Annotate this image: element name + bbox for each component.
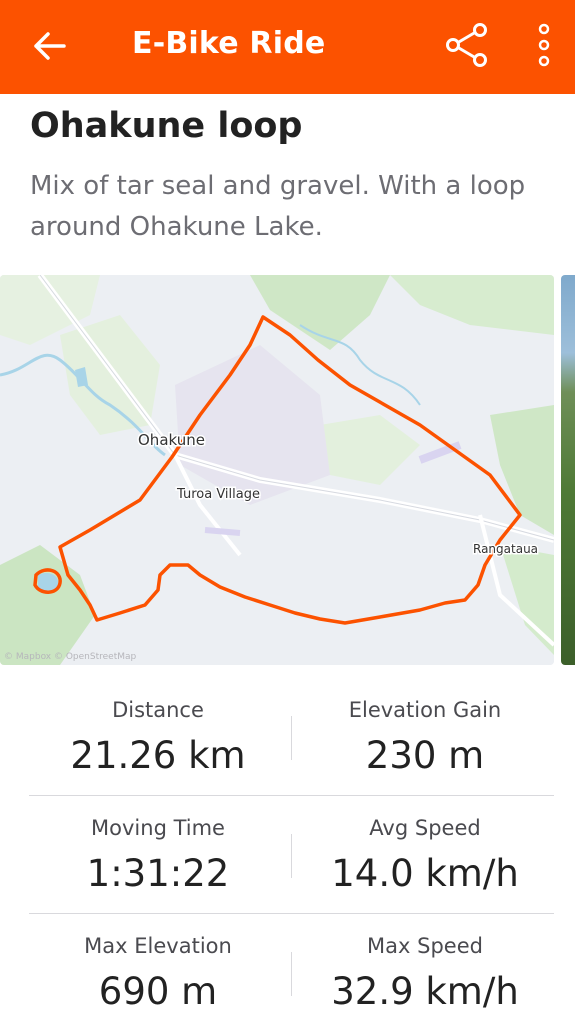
route-map[interactable]: Ohakune Turoa Village Rangataua © Mapbox… [0,275,554,665]
more-vertical-icon[interactable] [533,22,555,68]
stat-max-elevation: Max Elevation 690 m [12,914,304,1013]
map-label-turoa-village: Turoa Village [176,487,260,502]
stats-row: Max Elevation 690 m Max Speed 32.9 km/h [0,914,575,1023]
stat-distance: Distance 21.26 km [12,678,304,777]
stat-elevation-gain: Elevation Gain 230 m [291,678,559,777]
stats-row: Moving Time 1:31:22 Avg Speed 14.0 km/h [0,796,575,914]
route-description: Mix of tar seal and gravel. With a loop … [30,171,526,242]
railway [204,527,241,536]
stat-label: Max Speed [367,934,483,958]
route-title: Ohakune loop [30,106,303,146]
app-bar: E-Bike Ride [0,0,575,94]
map-label-ohakune: Ohakune [138,431,205,449]
stat-moving-time: Moving Time 1:31:22 [12,796,304,895]
stat-value: 1:31:22 [86,852,230,895]
map-attribution[interactable]: © Mapbox © OpenStreetMap [4,652,137,662]
route-stats: Distance 21.26 km Elevation Gain 230 m M… [0,678,575,1023]
arrow-left-icon[interactable] [30,28,70,64]
map-label-rangataua: Rangataua [473,542,538,556]
stats-row: Distance 21.26 km Elevation Gain 230 m [0,678,575,796]
stat-avg-speed: Avg Speed 14.0 km/h [291,796,559,895]
stat-label: Elevation Gain [348,698,502,722]
route-photo-thumbnail[interactable] [561,275,575,665]
share-icon[interactable] [444,22,490,68]
stat-value: 32.9 km/h [331,970,519,1013]
stat-label: Moving Time [91,816,225,840]
stat-label: Distance [112,698,204,722]
stat-value: 230 m [365,734,485,777]
stat-value: 14.0 km/h [331,852,519,895]
stat-value: 690 m [98,970,218,1013]
stat-value: 21.26 km [70,734,246,777]
stat-max-speed: Max Speed 32.9 km/h [291,914,559,1013]
app-bar-title: E-Bike Ride [132,26,326,61]
stat-label: Max Elevation [84,934,232,958]
stat-label: Avg Speed [369,816,481,840]
